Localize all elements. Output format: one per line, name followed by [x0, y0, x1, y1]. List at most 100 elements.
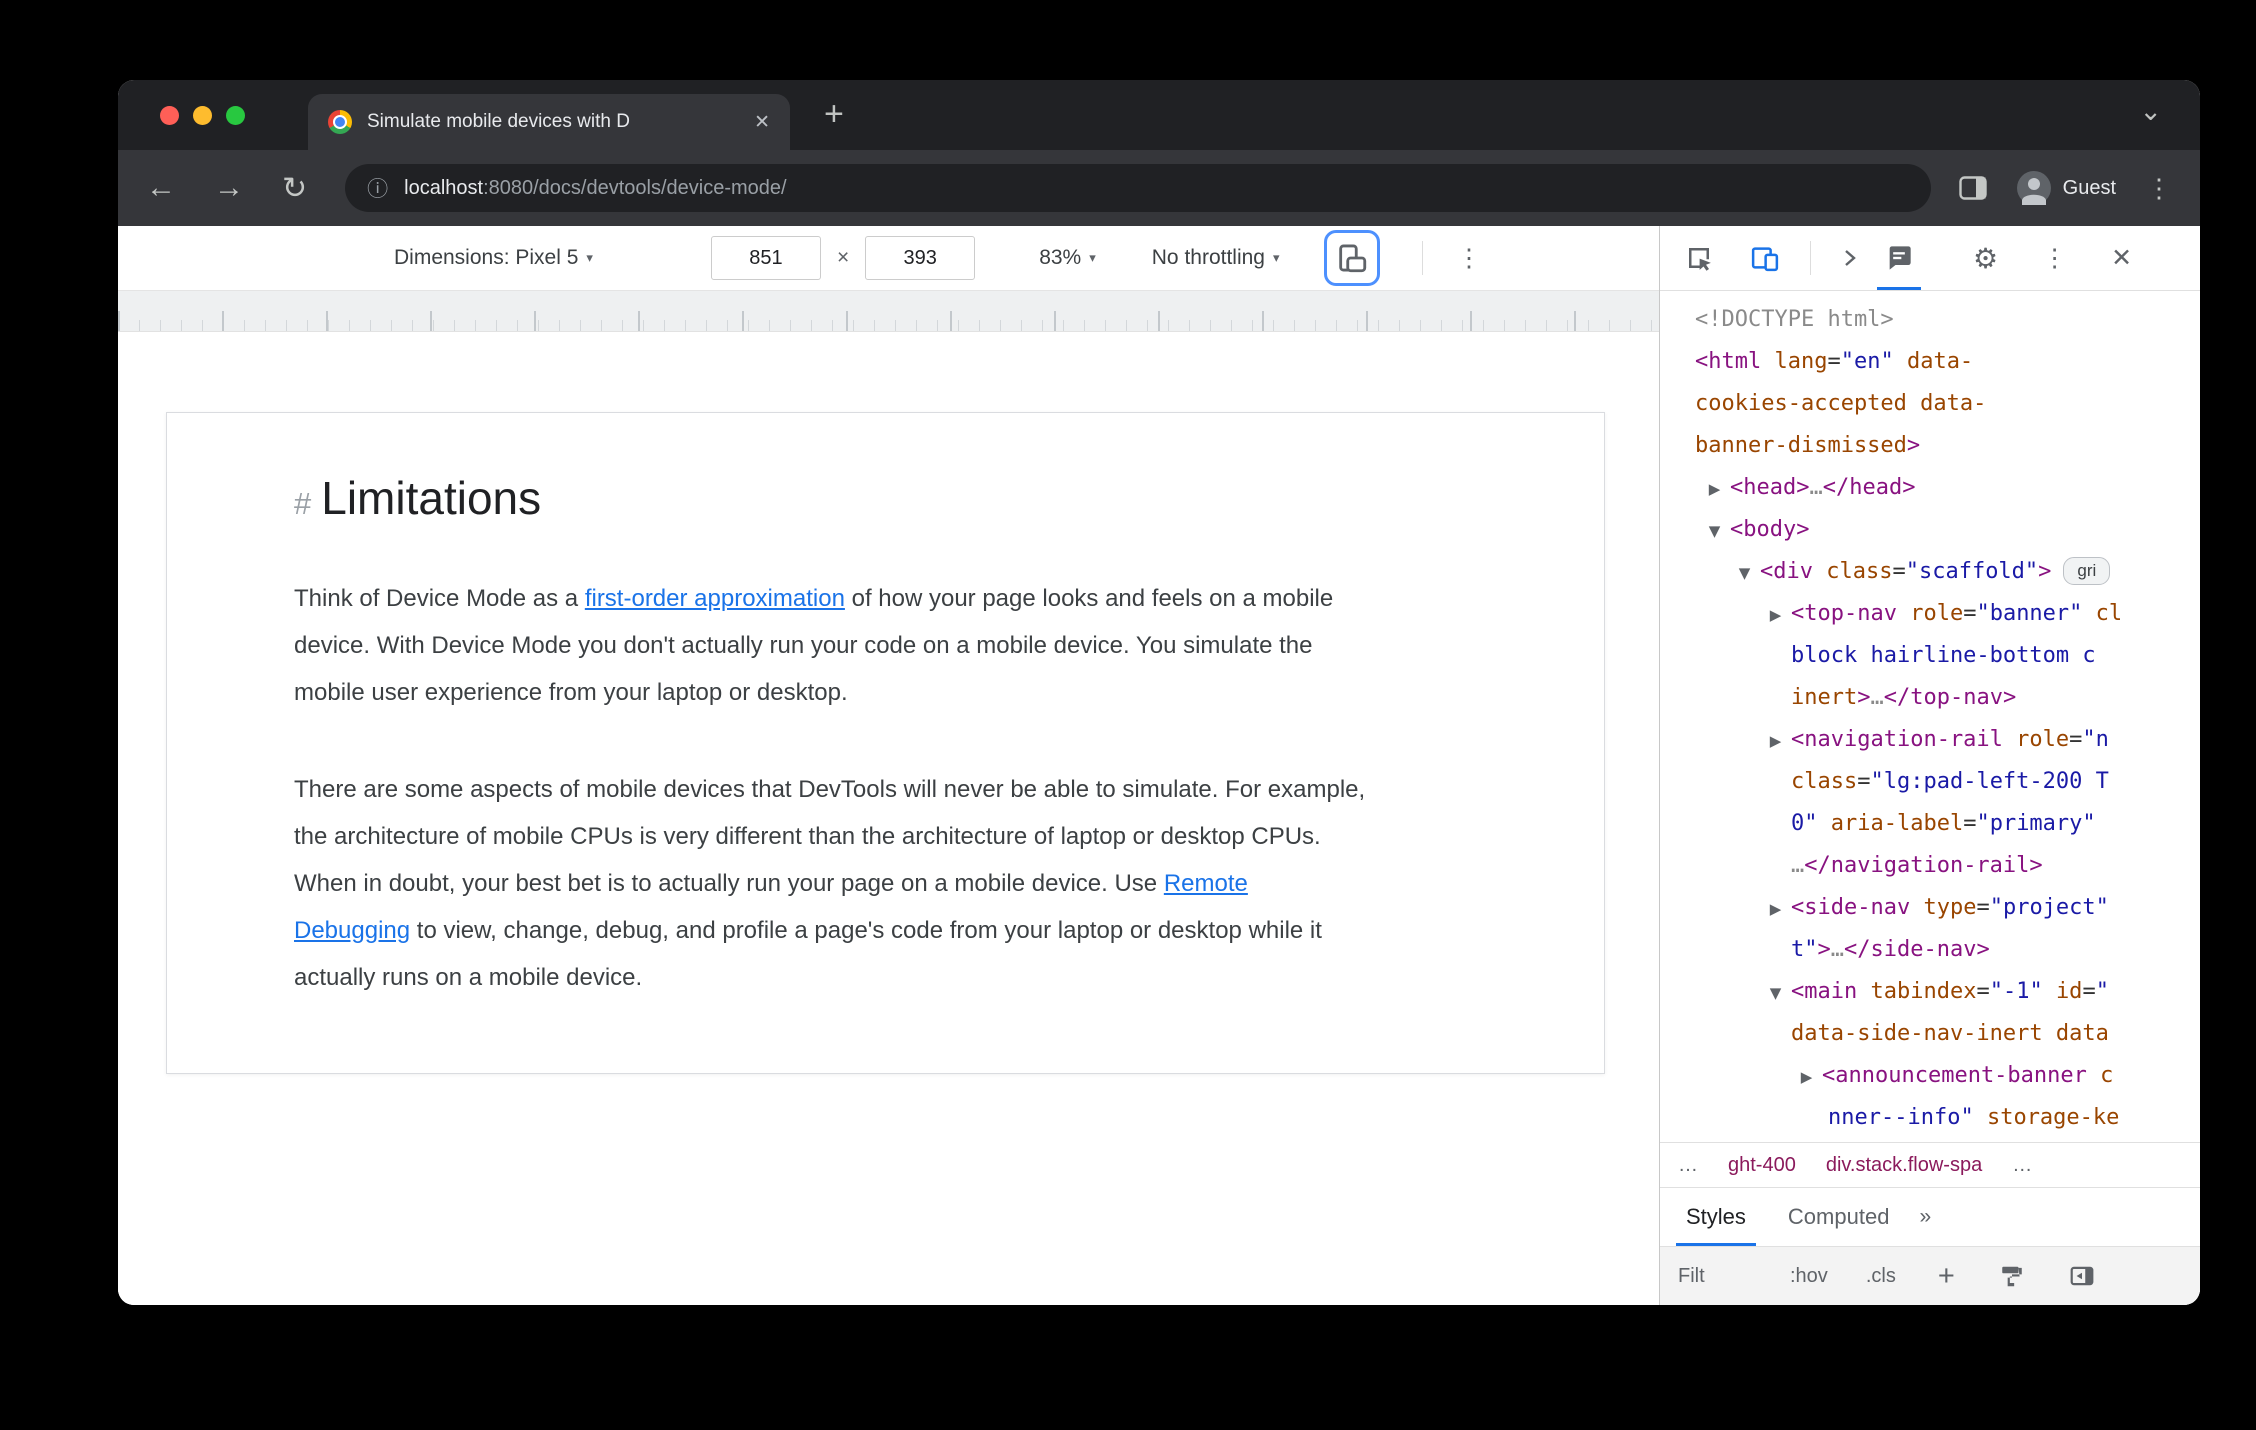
- breadcrumb-overflow-left[interactable]: …: [1678, 1154, 1698, 1177]
- dom-node-line[interactable]: block hairline-bottom c: [1660, 635, 2200, 677]
- site-info-icon[interactable]: ⓘ: [367, 173, 388, 203]
- reload-button[interactable]: ↻: [282, 171, 307, 206]
- dom-node-line[interactable]: ▼ <body>: [1660, 509, 2200, 551]
- device-height-input[interactable]: 393: [865, 236, 976, 280]
- inspect-cursor-icon: [1689, 248, 1711, 271]
- dom-node-line[interactable]: data-side-nav-inert data: [1660, 1013, 2200, 1055]
- tab-styles[interactable]: Styles: [1676, 1188, 1756, 1246]
- dom-node-line[interactable]: ▶ <announcement-banner c: [1660, 1055, 2200, 1097]
- guest-avatar: [2016, 171, 2051, 205]
- dom-token: [2003, 727, 2016, 752]
- chevron-down-icon: ▾: [1089, 250, 1096, 265]
- dom-token: <navigation-rail: [1791, 727, 2003, 752]
- grid-badge[interactable]: gri: [2063, 557, 2111, 585]
- dom-node-line[interactable]: inert>…</top-nav>: [1660, 677, 2200, 719]
- back-button[interactable]: ←: [146, 171, 176, 205]
- window-zoom-button[interactable]: [226, 105, 245, 125]
- collapsed-arrow-icon[interactable]: ▶: [1765, 594, 1786, 635]
- expand-tabs-button[interactable]: [1837, 226, 1861, 290]
- tab-title: Simulate mobile devices with D: [367, 111, 630, 132]
- device-toolbar-toggle-button[interactable]: [1750, 226, 1780, 290]
- window-minimize-button[interactable]: [193, 105, 212, 125]
- collapsed-arrow-icon[interactable]: ▶: [1796, 1056, 1817, 1097]
- dom-token: >: [1906, 433, 1921, 458]
- dom-token: <side-nav: [1791, 895, 1911, 920]
- browser-toolbar: ← → ↻ ⓘ localhost :8080/docs/devtools/de…: [118, 150, 2200, 226]
- browser-menu-button[interactable]: ⋮: [2146, 173, 2172, 204]
- window-close-button[interactable]: [160, 105, 179, 125]
- device-width-input[interactable]: 851: [710, 236, 821, 280]
- dom-node-line[interactable]: ▶ <side-nav type="project": [1660, 887, 2200, 929]
- dom-token: "project": [1989, 895, 2109, 920]
- rotate-icon: [1338, 244, 1366, 273]
- profile-button[interactable]: Guest: [2016, 171, 2116, 205]
- styles-filter-input[interactable]: [1676, 1263, 1776, 1289]
- console-tab-button[interactable]: [1877, 226, 1921, 290]
- throttling-dropdown[interactable]: No throttling ▾: [1152, 246, 1280, 270]
- tab-strip: Simulate mobile devices with D ✕ + ⌄: [118, 80, 2200, 150]
- browser-tab[interactable]: Simulate mobile devices with D ✕: [308, 94, 790, 150]
- address-bar[interactable]: ⓘ localhost :8080/docs/devtools/device-m…: [345, 164, 1931, 212]
- toggle-sidebar-button[interactable]: [2069, 1263, 2095, 1289]
- new-style-rule-button[interactable]: +: [1938, 1262, 1955, 1291]
- doc-card: # Limitations Think of Device Mode as a …: [166, 412, 1605, 1074]
- device-toolbar-menu-button[interactable]: ⋮: [1457, 243, 1482, 273]
- expanded-arrow-icon[interactable]: ▼: [1734, 552, 1755, 593]
- dom-token: [2043, 979, 2056, 1004]
- dom-node-line[interactable]: banner-dismissed>: [1660, 425, 2200, 467]
- collapsed-arrow-icon[interactable]: ▶: [1704, 468, 1725, 509]
- dom-node-line[interactable]: <!DOCTYPE html>: [1660, 299, 2200, 341]
- dom-node-line[interactable]: ▶ <head>…</head>: [1660, 467, 2200, 509]
- collapsed-arrow-icon[interactable]: ▶: [1765, 888, 1786, 929]
- browser-window: Simulate mobile devices with D ✕ + ⌄ ← →…: [118, 80, 2200, 1305]
- dom-node-line[interactable]: ▼ <div class="scaffold"> gri: [1660, 551, 2200, 593]
- devtools-close-button[interactable]: ✕: [2111, 226, 2132, 290]
- dom-token: =: [1976, 979, 1990, 1004]
- more-tabs-button[interactable]: »: [1919, 1205, 1931, 1229]
- dom-node-line[interactable]: ▶ <top-nav role="banner" cl: [1660, 593, 2200, 635]
- dom-node-line[interactable]: nner--info" storage-ke: [1660, 1097, 2200, 1139]
- dom-node-line[interactable]: cookies-accepted data-: [1660, 383, 2200, 425]
- inspect-element-button[interactable]: [1684, 226, 1714, 290]
- breadcrumb-item[interactable]: div.stack.flow-spa: [1826, 1154, 1982, 1177]
- dom-token: t": [1791, 937, 1818, 962]
- expanded-arrow-icon[interactable]: ▼: [1765, 972, 1786, 1013]
- dom-token: cl: [2095, 601, 2123, 626]
- dom-node-line[interactable]: <html lang="en" data-: [1660, 341, 2200, 383]
- collapsed-arrow-icon[interactable]: ▶: [1765, 720, 1786, 761]
- dom-token: data-side-nav-inert: [1791, 1021, 2043, 1046]
- tab-search-chevron-icon[interactable]: ⌄: [2139, 96, 2162, 127]
- toggle-element-state-button[interactable]: :hov: [1790, 1265, 1828, 1288]
- devtools-settings-button[interactable]: ⚙: [1973, 226, 1998, 290]
- heading-anchor[interactable]: #: [294, 486, 311, 522]
- dom-node-line[interactable]: ▶ <navigation-rail role="n: [1660, 719, 2200, 761]
- tab-close-icon[interactable]: ✕: [754, 111, 770, 134]
- dom-node-line[interactable]: class="lg:pad-left-200 T: [1660, 761, 2200, 803]
- dom-token: <announcement-banner: [1822, 1063, 2087, 1088]
- element-classes-button[interactable]: .cls: [1866, 1265, 1896, 1288]
- dom-token: [2082, 601, 2095, 626]
- side-panel-button[interactable]: [1958, 176, 1987, 200]
- p2-text-after: to view, change, debug, and profile a pa…: [294, 917, 1322, 991]
- first-order-approximation-link[interactable]: first-order approximation: [585, 585, 845, 612]
- dom-token: tabindex: [1870, 979, 1977, 1004]
- forward-button[interactable]: →: [214, 171, 244, 205]
- dom-node-line[interactable]: t">…</side-nav>: [1660, 929, 2200, 971]
- dom-node-line[interactable]: ▼ <main tabindex="-1" id=": [1660, 971, 2200, 1013]
- breadcrumb-item[interactable]: ght-400: [1728, 1154, 1796, 1177]
- dom-node-line[interactable]: 0" aria-label="primary": [1660, 803, 2200, 845]
- zoom-dropdown[interactable]: 83% ▾: [1039, 246, 1096, 270]
- device-toolbar-icon: [1751, 247, 1779, 272]
- device-dimensions-dropdown[interactable]: Dimensions: Pixel 5 ▾: [394, 246, 593, 270]
- page-viewport: # Limitations Think of Device Mode as a …: [118, 332, 1659, 1305]
- breadcrumb-overflow-right[interactable]: …: [2012, 1154, 2032, 1177]
- devtools-menu-button[interactable]: ⋮: [2042, 226, 2067, 290]
- dom-node-line[interactable]: …</navigation-rail>: [1660, 845, 2200, 887]
- tab-computed[interactable]: Computed: [1788, 1204, 1890, 1230]
- p1-text: Think of Device Mode as a: [294, 585, 585, 612]
- new-tab-button[interactable]: +: [824, 94, 844, 134]
- expanded-arrow-icon[interactable]: ▼: [1704, 510, 1725, 551]
- rotate-button[interactable]: [1323, 230, 1380, 286]
- rendering-emulation-button[interactable]: [1999, 1263, 2025, 1289]
- chrome-favicon-icon: [328, 110, 352, 134]
